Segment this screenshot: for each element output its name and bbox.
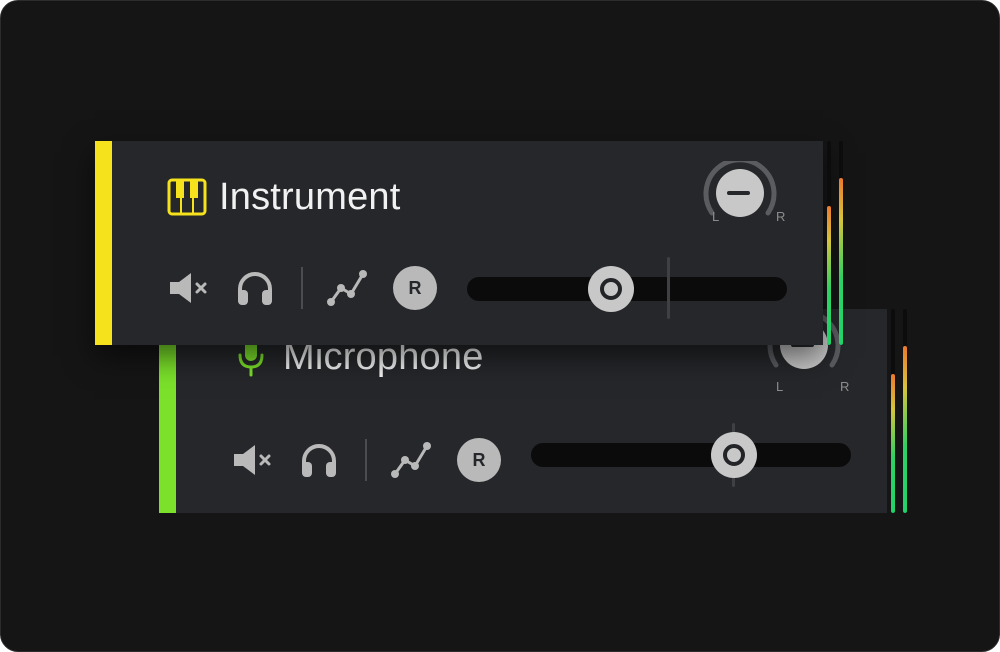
track-header: Instrument <box>167 176 401 219</box>
volume-fader-thumb[interactable] <box>711 432 757 478</box>
headphones-icon <box>238 272 272 305</box>
mute-button[interactable] <box>231 437 275 483</box>
speaker-muted-icon <box>170 273 207 303</box>
track-instrument: Instrument L R R <box>95 141 843 345</box>
level-meter-left <box>827 141 831 345</box>
level-meter-left <box>891 309 895 513</box>
separator <box>301 267 303 309</box>
automation-button[interactable] <box>325 265 369 311</box>
track-body: Instrument L R R <box>112 141 823 345</box>
volume-fader-track[interactable] <box>531 443 851 467</box>
pan-knob[interactable]: L R <box>690 161 790 251</box>
pan-left-label: L <box>776 379 784 394</box>
app-window: Microphone L R R Instrument L R R <box>0 0 1000 652</box>
pan-right-label: R <box>840 379 850 394</box>
record-arm-button[interactable]: R <box>457 437 501 483</box>
solo-button[interactable] <box>297 437 341 483</box>
piano-keys-icon <box>167 177 207 217</box>
automation-curve-icon <box>391 442 431 478</box>
record-label: R <box>457 438 501 482</box>
volume-fader-thumb[interactable] <box>588 266 634 312</box>
level-meter-right <box>903 309 907 513</box>
headphones-icon <box>302 444 336 477</box>
automation-curve-icon <box>327 270 367 306</box>
solo-button[interactable] <box>233 265 277 311</box>
record-arm-button[interactable]: R <box>393 265 437 311</box>
pan-right-label: R <box>776 209 786 224</box>
speaker-muted-icon <box>234 445 271 475</box>
record-label: R <box>393 266 437 310</box>
mute-button[interactable] <box>167 265 211 311</box>
track-color-stripe <box>95 141 112 345</box>
fader-unity-mark <box>667 257 670 319</box>
level-meter-right <box>839 141 843 345</box>
track-name[interactable]: Instrument <box>219 176 401 219</box>
separator <box>365 439 367 481</box>
automation-button[interactable] <box>389 437 433 483</box>
pan-left-label: L <box>712 209 720 224</box>
